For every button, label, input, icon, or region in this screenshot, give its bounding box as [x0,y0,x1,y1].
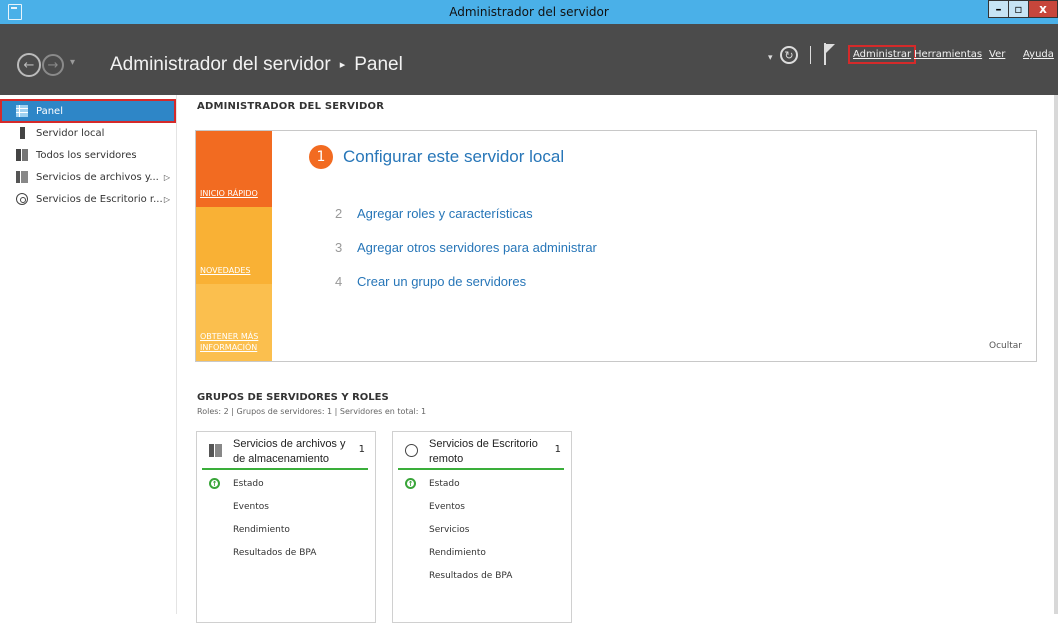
main-content: ADMINISTRADOR DEL SERVIDOR INICIO RÁPIDO… [177,95,1054,623]
step-configure-local-server[interactable]: 1 Configurar este servidor local [309,145,564,169]
sidebar: Panel Servidor local Todos los servidore… [0,95,177,614]
step-link[interactable]: Agregar roles y características [357,206,533,221]
step-add-roles[interactable]: 2 Agregar roles y características [335,206,533,221]
file-services-icon [16,171,28,183]
title-bar: Administrador del servidor – ▫ x [0,0,1058,24]
step-number: 3 [335,240,343,255]
groups-title: GRUPOS DE SERVIDORES Y ROLES [197,392,389,403]
maximize-button[interactable]: ▫ [1008,0,1029,18]
step-add-servers[interactable]: 3 Agregar otros servidores para administ… [335,240,597,255]
forward-arrow-icon[interactable]: → [42,54,64,76]
card-count: 1 [554,444,561,455]
section-title: ADMINISTRADOR DEL SERVIDOR [197,101,385,112]
close-button[interactable]: x [1028,0,1058,18]
vertical-scrollbar[interactable] [1054,95,1058,614]
quick-start-panel: INICIO RÁPIDO NOVEDADES OBTENER MÁS INFO… [195,130,1037,362]
notifications-flag-icon[interactable] [824,43,836,65]
card-row-services[interactable]: Servicios [429,525,469,535]
breadcrumb-root[interactable]: Administrador del servidor [110,54,331,75]
card-row-events[interactable]: Eventos [233,502,269,512]
breadcrumb: Administrador del servidor ▸ Panel [110,54,403,76]
sidebar-item-local-server[interactable]: Servidor local [0,122,176,144]
dashboard-icon [16,105,28,117]
breadcrumb-current: Panel [354,54,403,75]
server-icon [20,127,25,139]
menu-ver[interactable]: Ver [989,49,1005,60]
card-title[interactable]: Servicios de Escritorio remoto [429,437,549,467]
sidebar-item-panel[interactable]: Panel [0,99,176,123]
sidebar-item-label: Servicios de Escritorio r... [36,193,163,205]
menu-administrar[interactable]: Administrar [847,45,917,64]
step-number: 2 [335,206,343,221]
tab-quick-start[interactable]: INICIO RÁPIDO [196,131,272,207]
role-card-file-services[interactable]: Servicios de archivos y de almacenamient… [196,431,376,623]
card-count: 1 [358,444,365,455]
status-up-icon: ↑ [405,478,416,489]
tab-whats-new[interactable]: NOVEDADES [196,207,272,284]
role-card-remote-desktop[interactable]: Servicios de Escritorio remoto 1 ↑ Estad… [392,431,572,623]
card-status-bar [398,468,564,470]
hide-link[interactable]: Ocultar [989,341,1022,351]
step-link[interactable]: Agregar otros servidores para administra… [357,240,597,255]
card-row-events[interactable]: Eventos [429,502,465,512]
status-up-icon: ↑ [209,478,220,489]
groups-summary: Roles: 2 | Grupos de servidores: 1 | Ser… [197,407,427,416]
sidebar-item-remote-desktop[interactable]: Servicios de Escritorio r... ▷ [0,188,176,210]
sidebar-item-all-servers[interactable]: Todos los servidores [0,144,176,166]
back-arrow-icon[interactable]: ← [17,53,41,77]
breadcrumb-separator-icon: ▸ [339,59,346,71]
step-number-badge: 1 [309,145,333,169]
divider [810,46,811,64]
card-row-performance[interactable]: Rendimiento [233,525,290,535]
menu-herramientas[interactable]: Herramientas [914,49,982,60]
card-status-bar [202,468,368,470]
chevron-right-icon[interactable]: ▷ [164,173,170,182]
tab-learn-more[interactable]: OBTENER MÁS INFORMACIÓN [196,284,272,361]
card-row-status[interactable]: Estado [429,479,460,489]
menu-ayuda[interactable]: Ayuda [1023,49,1054,60]
window-controls: – ▫ x [988,0,1058,20]
servers-icon [16,149,28,161]
minimize-button[interactable]: – [988,0,1009,18]
history-dropdown-icon[interactable]: ▾ [70,57,75,68]
sidebar-item-label: Panel [36,105,63,117]
file-services-icon [209,444,222,457]
window-title: Administrador del servidor [449,5,609,19]
card-header[interactable]: Servicios de archivos y de almacenamient… [197,432,375,472]
refresh-dropdown-icon[interactable]: ▾ [768,53,773,63]
sidebar-item-label: Todos los servidores [36,149,137,161]
sidebar-item-file-services[interactable]: Servicios de archivos y... ▷ [0,166,176,188]
card-row-performance[interactable]: Rendimiento [429,548,486,558]
step-number: 4 [335,274,343,289]
sidebar-item-label: Servicios de archivos y... [36,171,159,183]
sidebar-item-label: Servidor local [36,127,105,139]
card-row-bpa[interactable]: Resultados de BPA [233,548,316,558]
step-link[interactable]: Crear un grupo de servidores [357,274,526,289]
card-row-status[interactable]: Estado [233,479,264,489]
remote-desktop-icon [405,444,418,457]
card-title[interactable]: Servicios de archivos y de almacenamient… [233,437,353,467]
card-row-bpa[interactable]: Resultados de BPA [429,571,512,581]
card-header[interactable]: Servicios de Escritorio remoto 1 [393,432,571,472]
refresh-icon[interactable]: ↻ [780,46,798,64]
header-tools: ▾ ↻ Administrar Herramientas Ver Ayuda [738,24,1058,95]
chevron-right-icon[interactable]: ▷ [164,195,170,204]
step-link[interactable]: Configurar este servidor local [343,147,564,167]
remote-desktop-icon [16,193,28,205]
step-create-group[interactable]: 4 Crear un grupo de servidores [335,274,526,289]
